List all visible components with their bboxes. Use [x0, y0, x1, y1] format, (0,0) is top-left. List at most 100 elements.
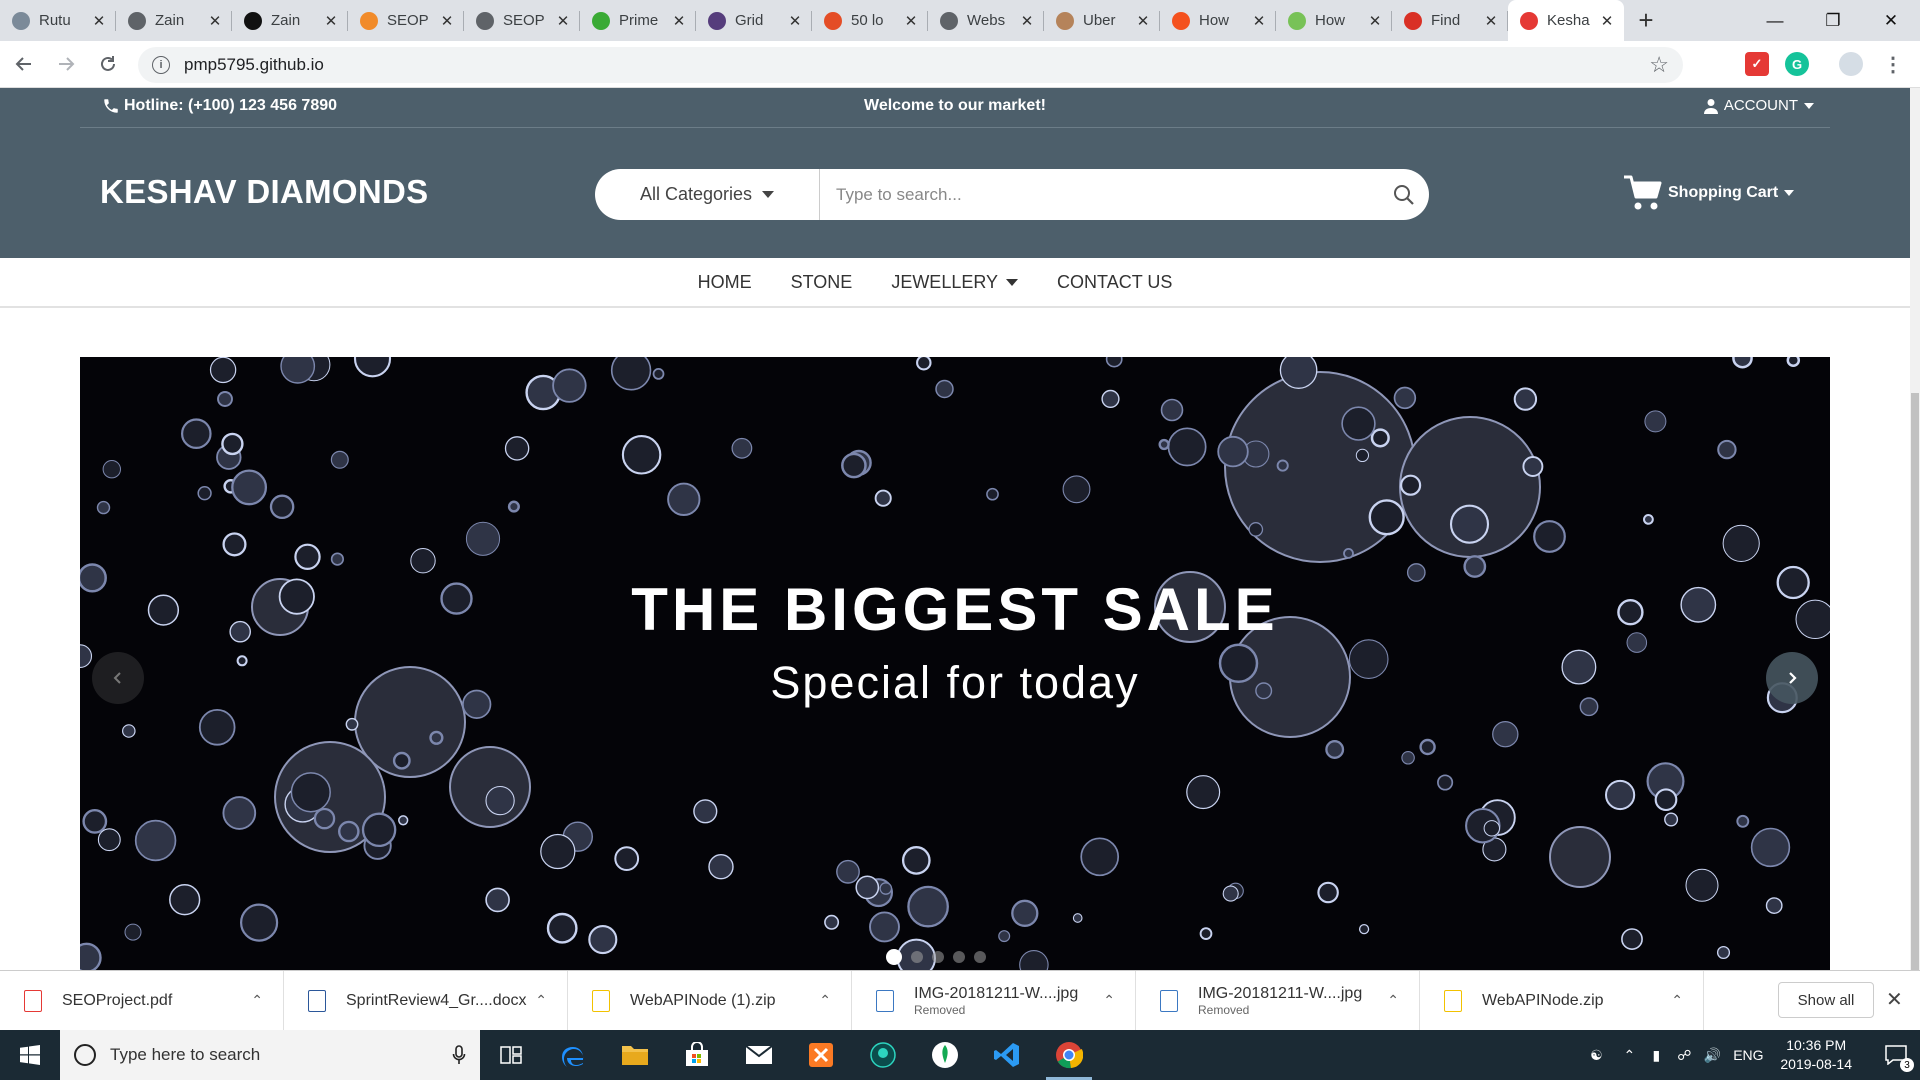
clock-time: 10:36 PM [1786, 1037, 1847, 1053]
browser-tab[interactable]: Zain ✕ [232, 0, 348, 41]
browser-tab[interactable]: Prime ✕ [580, 0, 696, 41]
tab-close-icon[interactable]: ✕ [90, 12, 108, 30]
site-logo[interactable]: KESHAV DIAMONDS [100, 173, 428, 211]
browser-tab[interactable]: Webs ✕ [928, 0, 1044, 41]
forward-button[interactable] [48, 46, 84, 82]
download-item[interactable]: WebAPINode (1).zip ⌃ [568, 970, 852, 1031]
tab-close-icon[interactable]: ✕ [1134, 12, 1152, 30]
browser-tab[interactable]: 50 lo ✕ [812, 0, 928, 41]
bookmark-star-icon[interactable]: ☆ [1649, 52, 1669, 78]
category-select[interactable]: All Categories [595, 169, 820, 220]
edge-app-icon[interactable] [542, 1030, 604, 1080]
reload-button[interactable] [90, 46, 126, 82]
tab-close-icon[interactable]: ✕ [322, 12, 340, 30]
tab-close-icon[interactable]: ✕ [1018, 12, 1036, 30]
tab-close-icon[interactable]: ✕ [1250, 12, 1268, 30]
action-center-icon[interactable]: 3 [1872, 1030, 1920, 1080]
file-explorer-icon[interactable] [604, 1030, 666, 1080]
download-item[interactable]: IMG-20181211-W....jpg Removed ⌃ [852, 970, 1136, 1031]
browser-tab[interactable]: How ✕ [1160, 0, 1276, 41]
grammarly-extension-icon[interactable]: G [1785, 52, 1809, 76]
browser-tab[interactable]: Rutu ✕ [0, 0, 116, 41]
url-text[interactable]: pmp5795.github.io [184, 55, 324, 75]
chrome-menu-icon[interactable]: ⋮ [1881, 52, 1905, 76]
taskbar-search[interactable]: Type here to search [60, 1030, 480, 1080]
tab-close-icon[interactable]: ✕ [786, 12, 804, 30]
back-button[interactable] [6, 46, 42, 82]
slider-dot[interactable] [886, 949, 902, 965]
caret-down-icon [1006, 278, 1019, 286]
browser-tab[interactable]: Uber ✕ [1044, 0, 1160, 41]
tab-close-icon[interactable]: ✕ [438, 12, 456, 30]
pocket-extension-icon[interactable]: ✓ [1745, 52, 1769, 76]
browser-tab[interactable]: SEOP ✕ [348, 0, 464, 41]
shopping-cart[interactable]: Shopping Cart [1622, 174, 1795, 212]
browser-tab[interactable]: Zain ✕ [116, 0, 232, 41]
mail-icon[interactable] [728, 1030, 790, 1080]
browser-tab[interactable]: How ✕ [1276, 0, 1392, 41]
slider-dot[interactable] [974, 951, 986, 963]
tab-close-icon[interactable]: ✕ [1366, 12, 1384, 30]
nav-home[interactable]: HOME [698, 272, 752, 293]
tab-close-icon[interactable]: ✕ [1482, 12, 1500, 30]
download-menu-caret-icon[interactable]: ⌃ [1103, 992, 1115, 1009]
nav-contact[interactable]: CONTACT US [1057, 272, 1172, 293]
site-info-icon[interactable]: i [152, 56, 170, 74]
tab-close-icon[interactable]: ✕ [1598, 12, 1616, 30]
close-window-button[interactable]: ✕ [1862, 0, 1920, 41]
nav-jewellery[interactable]: JEWELLERY [891, 272, 1019, 293]
people-icon[interactable]: ☯ [1576, 1047, 1616, 1064]
search-input[interactable] [820, 174, 1379, 215]
network-icon[interactable]: ☍ [1670, 1047, 1698, 1064]
tab-close-icon[interactable]: ✕ [554, 12, 572, 30]
slider-dot[interactable] [911, 951, 923, 963]
vscode-icon[interactable] [976, 1030, 1038, 1080]
store-icon[interactable] [666, 1030, 728, 1080]
download-item[interactable]: SEOProject.pdf ⌃ [0, 970, 284, 1031]
task-view-icon[interactable] [480, 1030, 542, 1080]
new-tab-button[interactable]: + [1624, 0, 1668, 41]
browser-tab[interactable]: Grid ✕ [696, 0, 812, 41]
download-menu-caret-icon[interactable]: ⌃ [1671, 992, 1683, 1009]
download-item[interactable]: SprintReview4_Gr....docx ⌃ [284, 970, 568, 1031]
download-menu-caret-icon[interactable]: ⌃ [535, 992, 547, 1009]
diamond-shape [345, 717, 359, 731]
account-menu[interactable]: ACCOUNT [1703, 97, 1814, 114]
tab-close-icon[interactable]: ✕ [206, 12, 224, 30]
chrome-app-icon[interactable] [1038, 1030, 1100, 1080]
download-menu-caret-icon[interactable]: ⌃ [819, 992, 831, 1009]
close-downloads-icon[interactable]: ✕ [1886, 987, 1903, 1012]
nav-stone[interactable]: STONE [791, 272, 853, 293]
xampp-icon[interactable] [790, 1030, 852, 1080]
download-menu-caret-icon[interactable]: ⌃ [251, 992, 263, 1009]
gitkraken-icon[interactable] [852, 1030, 914, 1080]
download-item[interactable]: WebAPINode.zip ⌃ [1420, 970, 1704, 1031]
start-button[interactable] [0, 1030, 60, 1080]
maximize-button[interactable]: ❐ [1804, 0, 1862, 41]
download-item[interactable]: IMG-20181211-W....jpg Removed ⌃ [1136, 970, 1420, 1031]
tab-close-icon[interactable]: ✕ [670, 12, 688, 30]
slider-next-button[interactable] [1766, 652, 1818, 704]
mongodb-compass-icon[interactable] [914, 1030, 976, 1080]
page-scrollbar[interactable] [1910, 88, 1920, 970]
tab-close-icon[interactable]: ✕ [902, 12, 920, 30]
show-all-downloads-button[interactable]: Show all [1778, 982, 1874, 1018]
slider-dot[interactable] [953, 951, 965, 963]
clock[interactable]: 10:36 PM 2019-08-14 [1780, 1036, 1852, 1074]
browser-tab[interactable]: SEOP ✕ [464, 0, 580, 41]
slider-prev-button[interactable] [92, 652, 144, 704]
download-menu-caret-icon[interactable]: ⌃ [1387, 992, 1399, 1009]
browser-tab[interactable]: Kesha ✕ [1508, 0, 1624, 41]
microphone-icon[interactable] [452, 1045, 466, 1065]
volume-icon[interactable]: 🔊 [1698, 1047, 1726, 1064]
browser-tab[interactable]: Find ✕ [1392, 0, 1508, 41]
address-bar[interactable]: i pmp5795.github.io ☆ [138, 47, 1683, 83]
battery-icon[interactable]: ▮ [1642, 1047, 1670, 1064]
language-indicator[interactable]: ENG [1726, 1047, 1770, 1063]
minimize-button[interactable]: — [1746, 0, 1804, 41]
profile-avatar[interactable] [1839, 52, 1863, 76]
slider-dot[interactable] [932, 951, 944, 963]
scrollbar-thumb[interactable] [1911, 393, 1919, 970]
search-button[interactable] [1379, 169, 1429, 220]
show-hidden-icons-icon[interactable]: ⌃ [1616, 1047, 1642, 1064]
